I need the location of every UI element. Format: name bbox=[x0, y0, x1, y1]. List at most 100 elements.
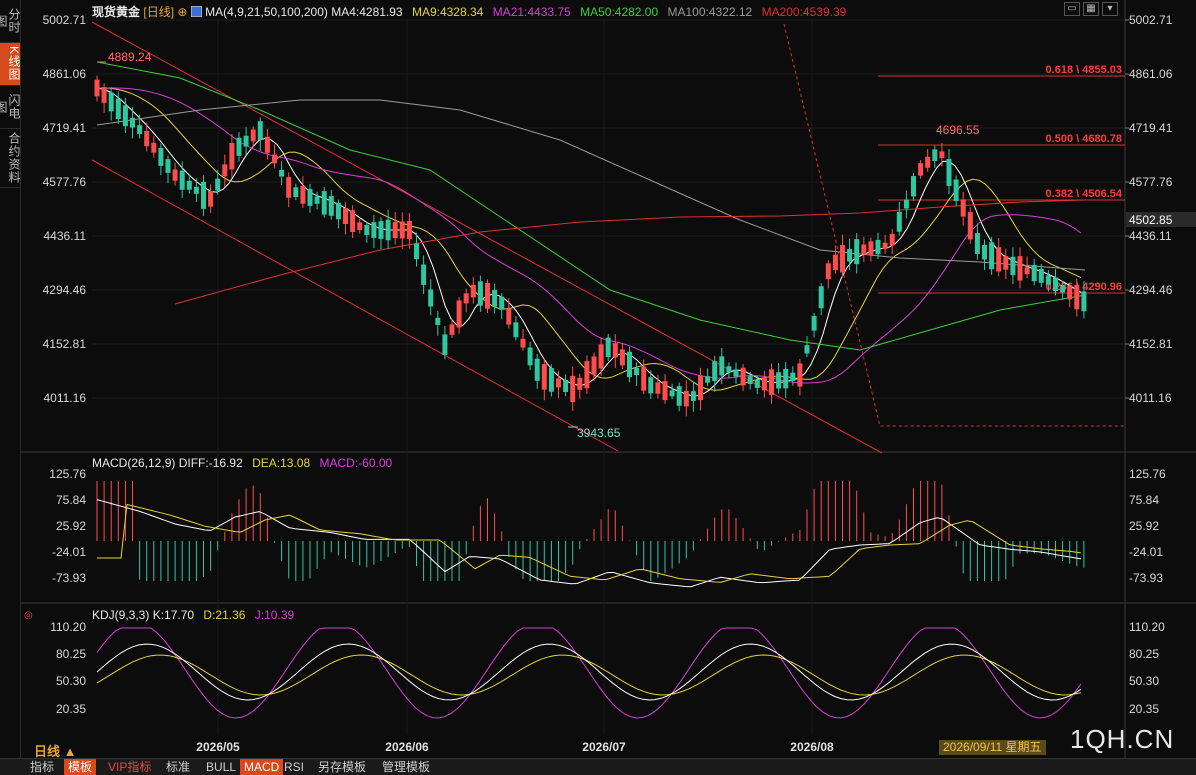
candle-body bbox=[548, 368, 554, 392]
candle-body bbox=[776, 372, 782, 389]
candle-body bbox=[584, 361, 590, 389]
time-axis-label: 2026/08 bbox=[790, 740, 834, 754]
kdj-params: KDJ(9,3,3) bbox=[92, 608, 150, 622]
candle-body bbox=[250, 129, 256, 142]
tab-vip-indicators[interactable]: VIP指标 bbox=[104, 759, 155, 775]
price-axis-label: 4719.41 bbox=[1129, 121, 1173, 135]
candle-body bbox=[264, 136, 270, 153]
candle-body bbox=[115, 98, 121, 120]
candle-body bbox=[229, 143, 235, 170]
candle-body bbox=[847, 248, 853, 262]
candle-body bbox=[1053, 277, 1058, 292]
candle-body bbox=[882, 242, 888, 249]
candle-body bbox=[996, 247, 1002, 272]
ma-icon[interactable] bbox=[190, 6, 202, 17]
tab-standard[interactable]: 标准 bbox=[162, 759, 194, 775]
price-annotation: 4889.24 bbox=[108, 50, 152, 64]
candle-body bbox=[499, 296, 505, 310]
candle-body bbox=[541, 364, 547, 390]
kdj-axis-label-left: 20.35 bbox=[56, 702, 86, 716]
fib-label: 0.500 \ 4680.78 bbox=[1046, 133, 1122, 145]
price-axis-label-left: 4577.76 bbox=[43, 175, 87, 189]
kdj-axis-label-left: 110.20 bbox=[50, 620, 86, 634]
tab-indicators[interactable]: 指标 bbox=[26, 759, 58, 775]
price-axis-label-left: 4436.11 bbox=[44, 229, 87, 243]
candle-body bbox=[279, 169, 285, 177]
candle-body bbox=[371, 222, 377, 238]
candle-body bbox=[911, 176, 916, 197]
candle-body bbox=[122, 105, 128, 127]
candle-body bbox=[1017, 256, 1023, 281]
candle-body bbox=[1045, 275, 1051, 285]
candle-body bbox=[570, 375, 576, 403]
price-axis-label-left: 4294.46 bbox=[43, 283, 87, 297]
candle-body bbox=[783, 368, 789, 389]
candle-body bbox=[485, 282, 490, 309]
watermark: 1QH.CN bbox=[1070, 724, 1175, 754]
candle-body bbox=[307, 189, 313, 206]
candle-body bbox=[414, 243, 419, 260]
candle-body bbox=[470, 284, 476, 298]
dropdown-icon[interactable]: ▾ bbox=[1102, 2, 1118, 16]
ma21-value: MA21:4433.75 bbox=[492, 5, 571, 19]
layout-icon[interactable]: ▭ bbox=[1064, 2, 1080, 16]
candle-body bbox=[520, 338, 526, 348]
candle-body bbox=[257, 121, 263, 141]
tab-templates[interactable]: 模板 bbox=[64, 759, 97, 775]
candle-body bbox=[492, 289, 498, 307]
candle-body bbox=[513, 322, 519, 338]
tab-manage-templates[interactable]: 管理模板 bbox=[378, 759, 434, 775]
candle-body bbox=[130, 117, 135, 128]
candle-body bbox=[1060, 284, 1066, 293]
candle-body bbox=[733, 369, 739, 377]
tab-rsi[interactable]: RSI bbox=[280, 759, 308, 775]
candle-body bbox=[953, 179, 959, 201]
tab-bull[interactable]: BULL bbox=[202, 759, 240, 775]
candle-body bbox=[1010, 256, 1016, 276]
ma200-value: MA200:4539.39 bbox=[761, 5, 847, 19]
kdj-axis-label-left: 50.30 bbox=[56, 674, 86, 688]
fib-label: 0.382 \ 4506.54 bbox=[1046, 188, 1123, 200]
chart-area[interactable]: 0.618 \ 4855.03 0.500 \ 4680.78 0.382 \ 45… bbox=[0, 0, 1196, 758]
macd-header: MACD(26,12,9) DIFF:-16.92 DEA:13.08 MACD… bbox=[92, 456, 392, 470]
chart-header: 现货黄金 [日线] ⊕ MA(4,9,21,50,100,200) MA4:42… bbox=[92, 3, 846, 20]
macd-axis-label-left: 75.84 bbox=[56, 493, 86, 507]
candle-body bbox=[705, 376, 711, 383]
candle-body bbox=[698, 375, 703, 401]
candle-body bbox=[435, 317, 441, 325]
ma100-value: MA100:4322.12 bbox=[667, 5, 753, 19]
macd-axis-label-left: -73.93 bbox=[52, 571, 86, 585]
candle-body bbox=[925, 156, 931, 168]
candle-body bbox=[144, 131, 150, 147]
candle-body bbox=[421, 264, 427, 285]
candle-body bbox=[364, 224, 370, 236]
macd-axis-label-left: -24.01 bbox=[52, 545, 86, 559]
candle-body bbox=[1038, 268, 1044, 283]
candle-body bbox=[605, 337, 611, 358]
candle-body bbox=[598, 344, 604, 369]
price-axis-label: 4152.81 bbox=[1129, 337, 1173, 351]
price-axis-label-left: 4861.06 bbox=[43, 67, 87, 81]
price-annotation: 3943.65 bbox=[577, 426, 621, 440]
kdj-axis-label: 20.35 bbox=[1129, 702, 1159, 716]
candle-body bbox=[243, 135, 249, 147]
candle-body bbox=[1024, 267, 1030, 275]
settings-icon[interactable]: ⊕ bbox=[177, 5, 187, 19]
tab-macd[interactable]: MACD bbox=[240, 759, 284, 775]
candle-body bbox=[946, 159, 952, 186]
candle-body bbox=[406, 221, 412, 239]
candle-body bbox=[300, 185, 306, 204]
candle-body bbox=[683, 390, 689, 407]
price-axis-label: 4436.11 bbox=[1129, 229, 1172, 243]
kdj-k: K:17.70 bbox=[152, 608, 195, 622]
candle-body bbox=[932, 149, 938, 161]
candle-body bbox=[101, 87, 107, 103]
candle-body bbox=[712, 361, 718, 382]
grid-icon[interactable]: ▦ bbox=[1083, 2, 1099, 16]
candle-body bbox=[357, 222, 363, 231]
candle-body bbox=[94, 79, 100, 97]
tab-save-template[interactable]: 另存模板 bbox=[314, 759, 370, 775]
kdj-axis-label-left: 80.25 bbox=[56, 647, 86, 661]
time-axis-label: 2026/07 bbox=[582, 740, 626, 754]
kdj-close-icon[interactable]: ◎ bbox=[24, 610, 33, 621]
